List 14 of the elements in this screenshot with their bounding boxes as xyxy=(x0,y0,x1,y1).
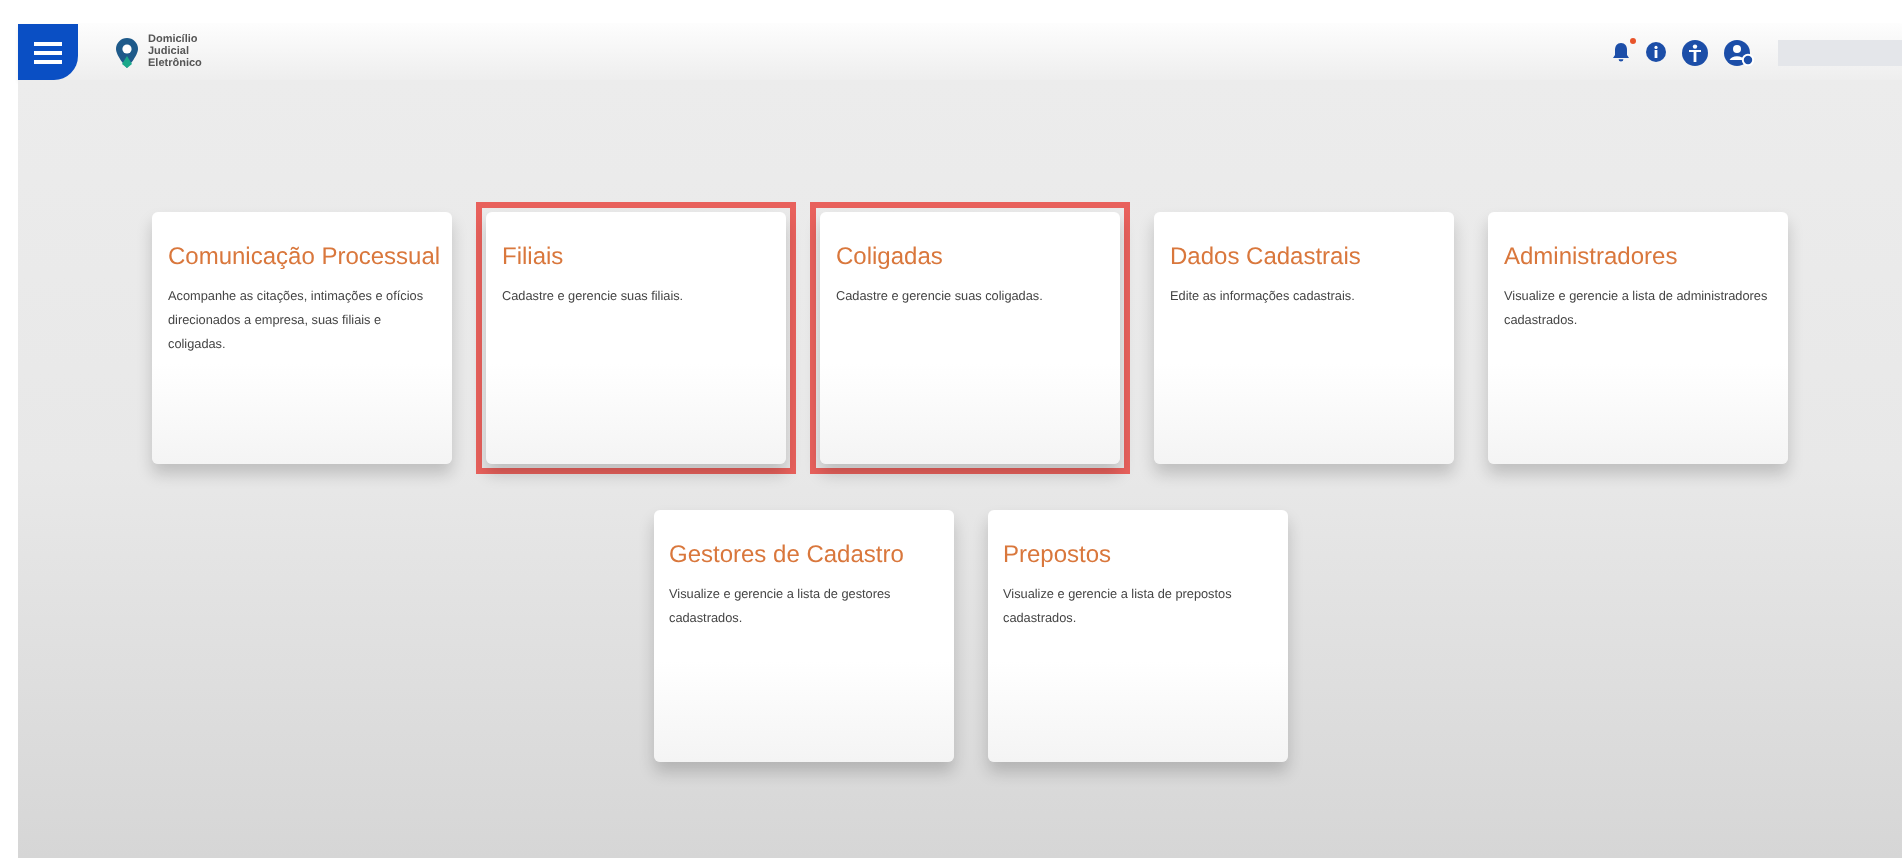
card-title: Comunicação Processual xyxy=(168,242,436,270)
map-pin-icon xyxy=(116,37,138,67)
user-settings-icon[interactable] xyxy=(1724,39,1754,65)
bell-icon[interactable] xyxy=(1612,42,1630,62)
card-title: Gestores de Cadastro xyxy=(669,540,906,568)
card-title: Filiais xyxy=(502,242,566,270)
menu-icon xyxy=(34,41,62,63)
card-title: Coligadas xyxy=(836,242,945,270)
card-title: Administradores xyxy=(1504,242,1680,270)
card-title: Prepostos xyxy=(1003,540,1114,568)
info-icon[interactable] xyxy=(1646,42,1666,62)
menu-button[interactable] xyxy=(18,24,78,80)
accessibility-icon[interactable] xyxy=(1682,39,1708,65)
card-title: Dados Cadastrais xyxy=(1170,242,1363,270)
